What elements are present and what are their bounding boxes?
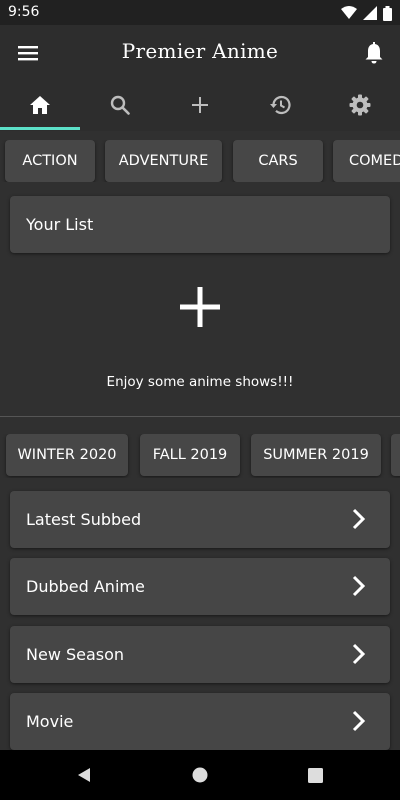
section-label: New Season [26, 645, 125, 664]
your-list-card[interactable]: Your List [10, 196, 390, 253]
gear-icon [349, 94, 371, 116]
chevron-right-icon [352, 508, 366, 530]
section-label: Movie [26, 712, 74, 731]
search-icon [110, 95, 130, 115]
season-chip-next[interactable] [391, 434, 400, 476]
season-chip-row[interactable]: WINTER 2020 FALL 2019 SUMMER 2019 [0, 434, 400, 478]
section-label: Latest Subbed [26, 510, 142, 529]
tab-bar [0, 81, 400, 131]
season-chip-fall-2019[interactable]: FALL 2019 [140, 434, 240, 476]
genre-chip-adventure[interactable]: ADVENTURE [105, 140, 222, 182]
status-icons [341, 4, 392, 22]
recents-square-icon [307, 767, 323, 783]
section-latest-subbed[interactable]: Latest Subbed [10, 491, 390, 548]
chevron-right-icon [352, 575, 366, 597]
bell-icon[interactable] [360, 39, 388, 67]
status-bar: 9:56 [0, 0, 400, 25]
section-movie[interactable]: Movie [10, 693, 390, 750]
season-chip-winter-2020[interactable]: WINTER 2020 [6, 434, 128, 476]
genre-chip-action[interactable]: ACTION [5, 140, 95, 182]
home-circle-icon [192, 767, 208, 783]
app-title: Premier Anime [121, 39, 279, 63]
tab-history[interactable] [240, 81, 320, 129]
system-nav-bar [0, 750, 400, 800]
genre-chip-comedy[interactable]: COMEDY [333, 140, 400, 182]
genre-chip-cars[interactable]: CARS [233, 140, 323, 182]
add-icon [192, 97, 208, 113]
signal-icon [363, 6, 377, 20]
back-button[interactable] [72, 763, 96, 787]
history-icon [270, 95, 291, 115]
battery-icon [383, 5, 392, 21]
section-new-season[interactable]: New Season [10, 626, 390, 683]
wifi-icon [341, 6, 357, 19]
section-dubbed-anime[interactable]: Dubbed Anime [10, 558, 390, 615]
your-list-title: Your List [26, 215, 94, 234]
tab-add[interactable] [160, 81, 240, 129]
recents-button[interactable] [303, 763, 327, 787]
status-time: 9:56 [8, 4, 40, 20]
divider [0, 416, 400, 417]
empty-list-message: Enjoy some anime shows!!! [106, 374, 294, 390]
tab-search[interactable] [80, 81, 160, 129]
selected-tab-indicator [0, 127, 80, 130]
app-bar: Premier Anime [0, 25, 400, 131]
tab-settings[interactable] [320, 81, 400, 129]
tab-home[interactable] [0, 81, 80, 129]
add-to-list-icon[interactable] [180, 287, 220, 327]
season-chip-summer-2019[interactable]: SUMMER 2019 [251, 434, 381, 476]
back-triangle-icon [78, 768, 90, 782]
section-label: Dubbed Anime [26, 577, 145, 596]
chevron-right-icon [352, 710, 366, 732]
home-icon [30, 96, 50, 114]
home-button[interactable] [188, 763, 212, 787]
chevron-right-icon [352, 643, 366, 665]
genre-chip-row[interactable]: ACTION ADVENTURE CARS COMEDY [0, 140, 400, 182]
